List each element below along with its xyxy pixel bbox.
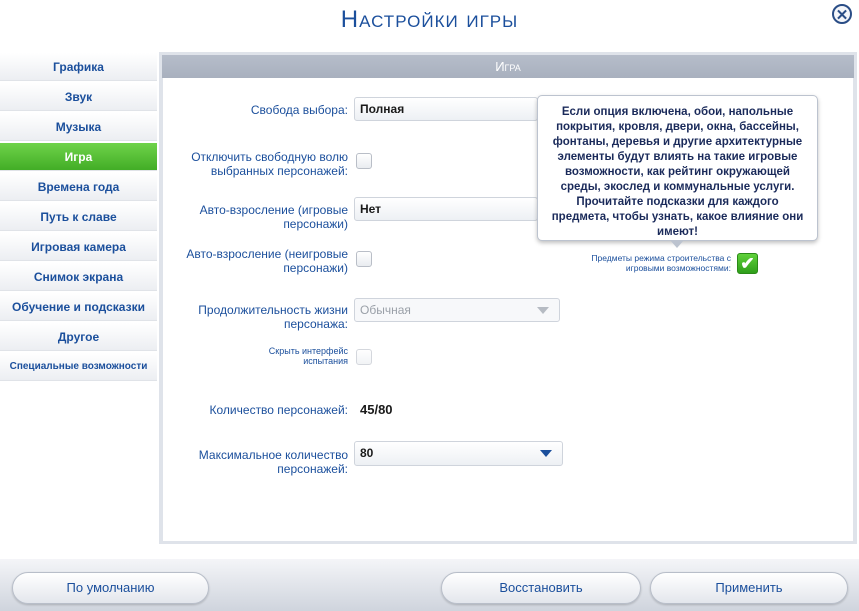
sim-count-value: 45/80	[360, 402, 393, 417]
sidebar-item-path-to-fame[interactable]: Путь к славе	[0, 203, 157, 231]
sidebar: Графика Звук Музыка Игра Времена года Пу…	[0, 53, 157, 383]
lifespan-value: Обычная	[360, 303, 411, 317]
page-title: Настройки игры	[340, 6, 519, 33]
sidebar-item-seasons[interactable]: Времена года	[0, 173, 157, 201]
sim-count-label: Количество персонажей:	[209, 403, 348, 417]
close-button[interactable]: ✕	[832, 4, 852, 24]
close-icon: ✕	[835, 7, 849, 24]
disable-free-will-checkbox[interactable]	[356, 153, 372, 169]
build-mode-checkbox[interactable]: ✔	[737, 253, 758, 274]
sidebar-item-accessibility[interactable]: Специальные возможности	[0, 353, 157, 381]
sidebar-item-music[interactable]: Музыка	[0, 113, 157, 141]
auto-aging-unplayed-label: Авто-взросление (неигровые персонажи)	[186, 247, 348, 275]
build-mode-label: Предметы режима строительства с игровыми…	[591, 253, 731, 273]
auto-aging-played-dropdown[interactable]: Нет	[354, 197, 538, 221]
tooltip-pointer	[670, 240, 684, 248]
max-sims-dropdown[interactable]: 80	[354, 441, 563, 466]
chevron-down-icon	[540, 450, 552, 457]
free-will-value: Полная	[360, 102, 405, 116]
free-will-dropdown[interactable]: Полная	[354, 97, 538, 121]
sidebar-item-tutorial[interactable]: Обучение и подсказки	[0, 293, 157, 321]
sidebar-item-sound[interactable]: Звук	[0, 83, 157, 111]
apply-button[interactable]: Применить	[650, 572, 848, 604]
default-button[interactable]: По умолчанию	[12, 572, 209, 604]
sidebar-item-other[interactable]: Другое	[0, 323, 157, 351]
disable-free-will-label: Отключить свободную волю выбранных персо…	[191, 150, 348, 178]
auto-aging-played-value: Нет	[360, 202, 382, 216]
hide-trial-ui-checkbox[interactable]	[356, 349, 372, 365]
max-sims-value: 80	[360, 446, 374, 460]
lifespan-label: Продолжительность жизни персонажа:	[198, 303, 348, 331]
sidebar-item-camera[interactable]: Игровая камера	[0, 233, 157, 261]
panel-header: Игра	[162, 55, 854, 78]
auto-aging-unplayed-checkbox[interactable]	[356, 251, 372, 267]
restore-button[interactable]: Восстановить	[441, 572, 641, 604]
chevron-down-icon	[537, 307, 549, 314]
max-sims-label: Максимальное количество персонажей:	[198, 448, 348, 476]
sidebar-item-graphics[interactable]: Графика	[0, 53, 157, 81]
sidebar-item-screenshot[interactable]: Снимок экрана	[0, 263, 157, 291]
auto-aging-played-label: Авто-взросление (игровые персонажи)	[199, 203, 348, 231]
checkmark-icon: ✔	[740, 254, 755, 273]
lifespan-dropdown[interactable]: Обычная	[354, 298, 560, 322]
hide-trial-ui-label: Скрыть интерфейс испытания	[268, 346, 348, 366]
build-mode-tooltip: Если опция включена, обои, напольные пок…	[537, 95, 818, 241]
free-will-label: Свобода выбора:	[250, 103, 348, 117]
sidebar-item-game[interactable]: Игра	[0, 143, 157, 171]
